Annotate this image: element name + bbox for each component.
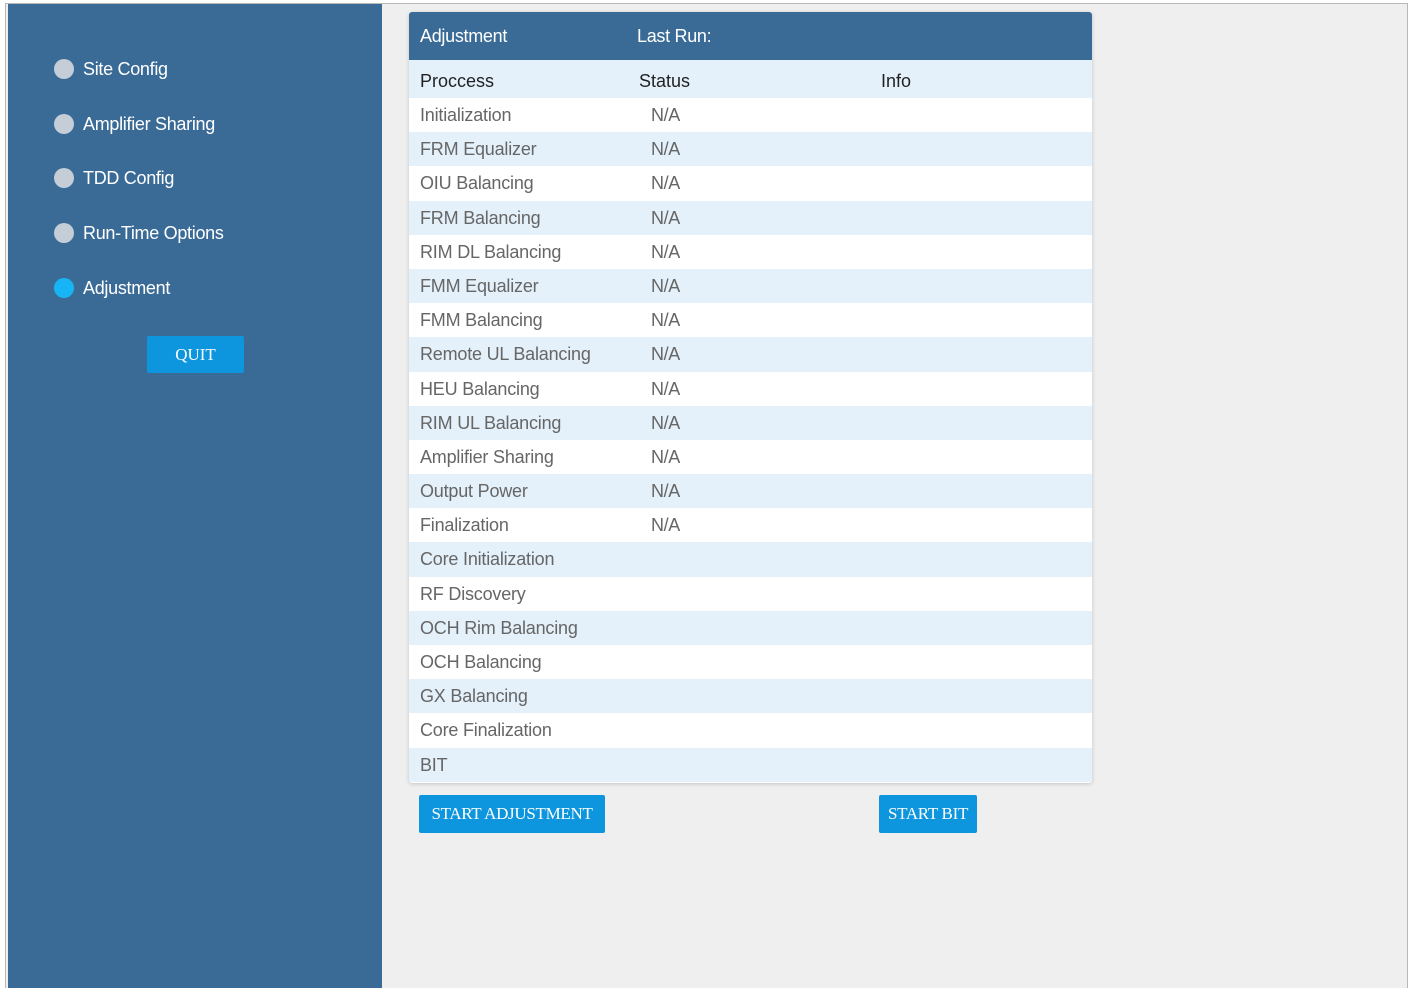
table-row: Output Power N/A bbox=[409, 474, 1092, 509]
table-header: Proccess Status Info bbox=[409, 60, 1092, 98]
status-cell: N/A bbox=[651, 207, 680, 228]
column-header-process: Proccess bbox=[420, 71, 495, 91]
table-row: Initialization N/A bbox=[409, 98, 1092, 133]
sidebar-item-run-time-options[interactable]: Run-Time Options bbox=[54, 221, 224, 245]
app-frame: Site Config Amplifier Sharing TDD Config… bbox=[5, 3, 1408, 988]
process-cell: Remote UL Balancing bbox=[420, 344, 591, 365]
quit-button[interactable]: QUIT bbox=[147, 336, 244, 373]
sidebar-item-label: Adjustment bbox=[83, 277, 171, 298]
column-header-status: Status bbox=[639, 71, 691, 91]
table-row: FRM Equalizer N/A bbox=[409, 132, 1092, 167]
status-cell: N/A bbox=[651, 412, 680, 433]
table-row: Core Finalization bbox=[409, 713, 1092, 748]
table-row: FRM Balancing N/A bbox=[409, 200, 1092, 235]
table-row: GX Balancing bbox=[409, 679, 1092, 714]
table-row: RIM UL Balancing N/A bbox=[409, 405, 1092, 440]
start-adjustment-button[interactable]: START ADJUSTMENT bbox=[419, 795, 605, 833]
status-cell: N/A bbox=[651, 241, 680, 262]
process-cell: OCH Rim Balancing bbox=[420, 617, 578, 638]
table-row: Amplifier Sharing N/A bbox=[409, 439, 1092, 475]
status-cell: N/A bbox=[651, 481, 680, 502]
status-cell: N/A bbox=[651, 275, 680, 296]
process-cell: OCH Balancing bbox=[420, 652, 542, 672]
table-row: OCH Balancing bbox=[409, 645, 1092, 680]
status-cell: N/A bbox=[651, 446, 680, 467]
status-cell: N/A bbox=[651, 139, 680, 160]
sidebar-item-site-config[interactable]: Site Config bbox=[54, 57, 168, 81]
last-run-label: Last Run: bbox=[637, 26, 712, 46]
radio-dot-active-icon bbox=[54, 278, 74, 298]
process-cell: Core Finalization bbox=[420, 720, 552, 741]
panel-title: Adjustment bbox=[420, 26, 508, 46]
process-cell: Finalization bbox=[420, 515, 509, 536]
process-cell: BIT bbox=[420, 754, 448, 775]
table-row: Core Initialization bbox=[409, 542, 1092, 577]
status-cell: N/A bbox=[651, 310, 680, 331]
sidebar-item-tdd-config[interactable]: TDD Config bbox=[54, 166, 174, 190]
process-cell: FRM Balancing bbox=[420, 207, 541, 228]
process-cell: FMM Equalizer bbox=[420, 275, 539, 296]
process-cell: RIM DL Balancing bbox=[420, 241, 562, 262]
start-bit-button[interactable]: START BIT bbox=[879, 795, 977, 833]
table-row: BIT bbox=[409, 747, 1092, 782]
process-cell: FRM Equalizer bbox=[420, 139, 537, 160]
status-cell: N/A bbox=[651, 105, 680, 125]
process-cell: RF Discovery bbox=[420, 583, 526, 604]
table-row: RIM DL Balancing N/A bbox=[409, 234, 1092, 269]
column-header-info: Info bbox=[881, 71, 912, 91]
table-row: OIU Balancing N/A bbox=[409, 166, 1092, 201]
sidebar-item-amplifier-sharing[interactable]: Amplifier Sharing bbox=[54, 112, 215, 136]
process-table: Initialization N/A FRM Equalizer N/A OIU Bal… bbox=[409, 98, 1092, 782]
process-cell: Initialization bbox=[420, 105, 512, 125]
radio-dot-icon bbox=[54, 114, 74, 134]
table-row: FMM Equalizer N/A bbox=[409, 268, 1092, 304]
process-cell: Core Initialization bbox=[420, 549, 555, 570]
sidebar-item-label: Site Config bbox=[83, 58, 168, 79]
sidebar-item-label: TDD Config bbox=[83, 167, 175, 188]
process-cell: FMM Balancing bbox=[420, 310, 543, 331]
table-row: RF Discovery bbox=[409, 576, 1092, 611]
sidebar: Site Config Amplifier Sharing TDD Config… bbox=[8, 4, 382, 988]
adjustment-panel: Adjustment Last Run: Proccess Status Inf… bbox=[409, 12, 1092, 783]
status-cell: N/A bbox=[651, 344, 680, 365]
process-cell: Amplifier Sharing bbox=[420, 446, 554, 467]
process-cell: HEU Balancing bbox=[420, 378, 540, 399]
radio-dot-icon bbox=[54, 223, 74, 243]
table-row: OCH Rim Balancing bbox=[409, 610, 1092, 645]
status-cell: N/A bbox=[651, 173, 680, 194]
process-cell: Output Power bbox=[420, 481, 528, 502]
radio-dot-icon bbox=[54, 168, 74, 188]
sidebar-item-adjustment[interactable]: Adjustment bbox=[54, 276, 170, 300]
process-cell: GX Balancing bbox=[420, 686, 528, 707]
table-row: Finalization N/A bbox=[409, 508, 1092, 543]
sidebar-item-label: Run-Time Options bbox=[83, 222, 224, 243]
radio-dot-icon bbox=[54, 59, 74, 79]
status-cell: N/A bbox=[651, 378, 680, 399]
table-row: FMM Balancing N/A bbox=[409, 303, 1092, 338]
sidebar-item-label: Amplifier Sharing bbox=[83, 113, 215, 134]
table-row: HEU Balancing N/A bbox=[409, 371, 1092, 406]
process-cell: OIU Balancing bbox=[420, 173, 534, 194]
status-cell: N/A bbox=[651, 515, 680, 536]
table-row: Remote UL Balancing N/A bbox=[409, 337, 1092, 372]
panel-header: Adjustment Last Run: bbox=[409, 12, 1092, 60]
process-cell: RIM UL Balancing bbox=[420, 412, 562, 433]
